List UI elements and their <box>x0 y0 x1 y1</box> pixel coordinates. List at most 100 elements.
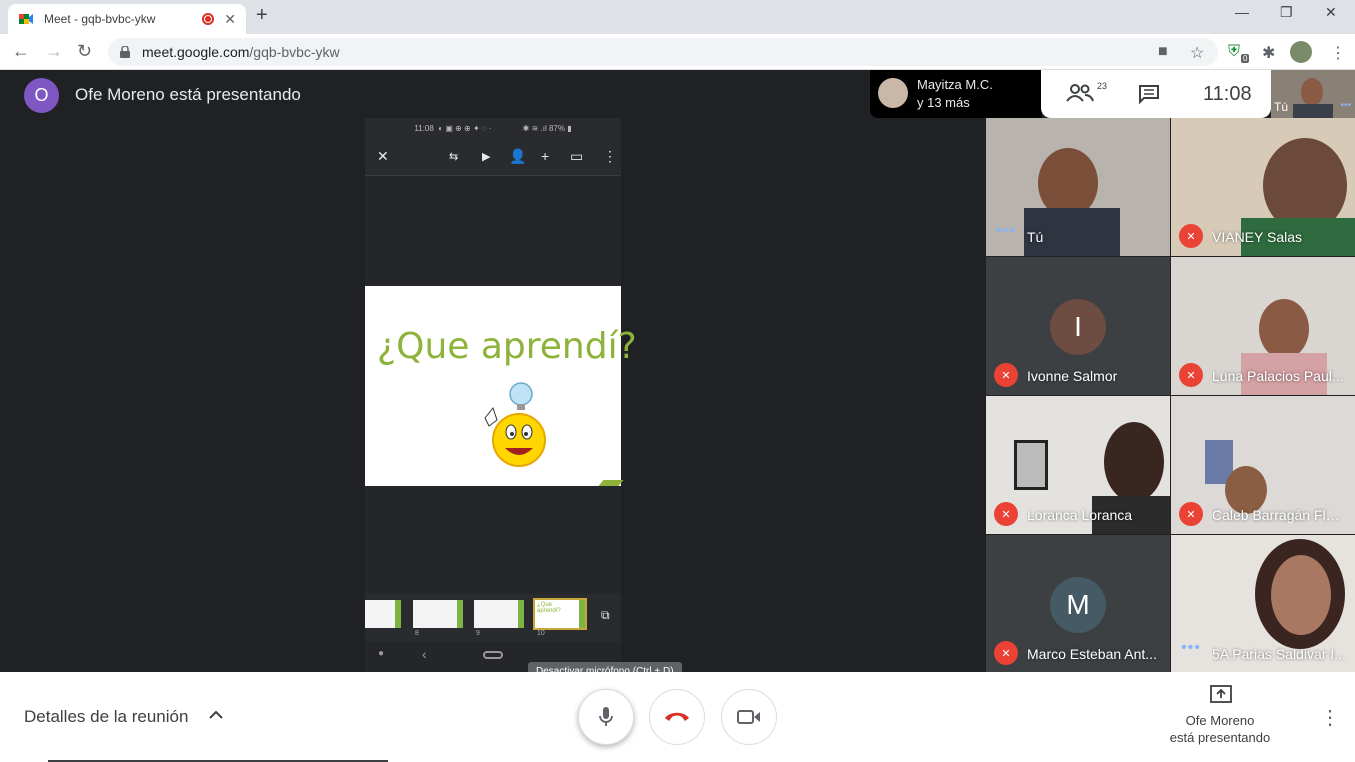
meeting-details-button[interactable]: Detalles de la reunión <box>24 707 188 727</box>
add-person-icon: 👤 <box>509 148 527 164</box>
extension-badge: 0 <box>1241 54 1250 63</box>
hang-up-icon <box>665 712 689 721</box>
mic-off-icon: ✕ <box>994 641 1018 665</box>
participant-avatar <box>878 78 908 108</box>
participant-more: y 13 más <box>917 95 970 110</box>
reload-button[interactable]: ↻ <box>77 41 92 62</box>
participant-avatar: M <box>1050 577 1106 633</box>
participant-grid: ••• Tú ✕ VIANEY Salas I ✕ Ivonne Salmor … <box>986 118 1355 673</box>
browser-menu-icon[interactable]: ⋮ <box>1330 43 1346 63</box>
smiley-lightbulb-icon <box>484 382 546 467</box>
slides-toolbar: ✕ ⇆ ▶ 👤 + ▭ ⋮ <box>365 138 621 176</box>
slide-thumbnail <box>365 600 401 628</box>
self-label: Tú <box>1274 100 1289 114</box>
address-bar: ← → ↻ meet.google.com/gqb-bvbc-ykw ■ ☆ ⛨… <box>0 34 1355 70</box>
speaking-dots-icon: ••• <box>1181 639 1201 656</box>
new-tab-button[interactable]: + <box>256 4 268 27</box>
meet-stage: O Ofe Moreno está presentando 11:08 ◐ ▣ … <box>0 70 1355 673</box>
browser-tab-bar: Meet - gqb-bvbc-ykw ✕ + — ❐ ✕ <box>0 0 1355 34</box>
meeting-toolbar: 23 11:08 <box>1041 70 1271 118</box>
present-slide-icon: ⧉ <box>601 608 610 622</box>
lock-icon <box>120 46 130 58</box>
slide-thumbnail <box>474 600 524 628</box>
leave-call-button[interactable] <box>649 689 705 745</box>
camera-site-icon[interactable]: ■ <box>1158 43 1168 61</box>
url-text: meet.google.com/gqb-bvbc-ykw <box>142 44 340 60</box>
participant-tile[interactable]: M ✕ Marco Esteban Ant... <box>986 535 1170 673</box>
slide-thumbnail-active: ¿Que aprendí? <box>533 598 587 630</box>
mic-off-icon: ✕ <box>1179 363 1203 387</box>
more-vert-icon: ⋮ <box>603 148 617 164</box>
speaking-dots-icon: ••• <box>1340 100 1351 111</box>
close-window-icon[interactable]: ✕ <box>1325 4 1337 21</box>
participant-avatar: I <box>1050 299 1106 355</box>
slide-thumbnail <box>413 600 463 628</box>
more-options-icon[interactable]: ⋮ <box>1320 705 1340 730</box>
url-field[interactable]: meet.google.com/gqb-bvbc-ykw <box>108 38 1218 66</box>
chevron-up-icon[interactable] <box>208 707 224 723</box>
mic-off-icon: ✕ <box>1179 224 1203 248</box>
restore-window-icon[interactable]: ❐ <box>1280 4 1293 21</box>
minimize-window-icon[interactable]: — <box>1235 4 1249 20</box>
mic-off-icon: ✕ <box>994 363 1018 387</box>
participant-tile[interactable]: ✕ VIANEY Salas <box>1171 118 1355 256</box>
participant-name: Mayitza M.C. <box>917 77 993 92</box>
browser-tab[interactable]: Meet - gqb-bvbc-ykw ✕ <box>8 4 246 34</box>
slide-number: 10 <box>537 630 545 637</box>
clock: 11:08 <box>1203 83 1252 105</box>
add-icon: + <box>541 148 550 164</box>
self-view-thumbnail[interactable]: Tú ••• <box>1271 70 1355 118</box>
slide-filmstrip: 8 9 ¿Que aprendí? 10 ⧉ <box>365 594 621 642</box>
comment-icon: ▭ <box>570 148 584 164</box>
participant-name: Caleb Barragán Flor... <box>1212 507 1347 523</box>
back-button[interactable]: ← <box>12 41 30 62</box>
camera-button[interactable] <box>721 689 777 745</box>
participant-name: Tú <box>1027 229 1044 245</box>
microphone-icon <box>599 707 613 726</box>
participant-name: 5A Parias Saldivar I... <box>1212 646 1346 662</box>
tab-title: Meet - gqb-bvbc-ykw <box>44 12 156 26</box>
presenter-title: Ofe Moreno está presentando <box>75 85 301 104</box>
mic-off-icon: ✕ <box>994 502 1018 526</box>
chat-icon[interactable] <box>1138 84 1160 104</box>
participant-tile[interactable]: ✕ Caleb Barragán Flor... <box>1171 396 1355 534</box>
participant-tile[interactable]: ✕ Luna Palacios Paul... <box>1171 257 1355 395</box>
slide-number: 8 <box>415 630 419 637</box>
slide-number: 9 <box>476 630 480 637</box>
people-count: 23 <box>1097 81 1108 91</box>
participants-summary: Mayitza M.C. y 13 más <box>870 70 1042 118</box>
participant-name: Loranca Loranca <box>1027 507 1133 523</box>
shield-extension-icon[interactable]: ⛨ <box>1228 43 1240 61</box>
presenting-status[interactable]: Ofe Moreno está presentando <box>1160 712 1280 746</box>
forward-button[interactable]: → <box>45 41 63 62</box>
slide-content: ¿Que aprendí? <box>365 286 637 486</box>
bottom-controls: Detalles de la reunión Ofe Moreno está p… <box>0 672 1355 762</box>
phone-status-bar: 11:08 ◐ ▣ ⊕ ⊕ ✦ ◌ · ✱ ≋ .ıl 87% ▮ <box>365 118 621 138</box>
speaking-dots-icon: ••• <box>996 222 1016 239</box>
shared-screen: 11:08 ◐ ▣ ⊕ ⊕ ✦ ◌ · ✱ ≋ .ıl 87% ▮ ✕ ⇆ ▶ … <box>365 118 637 672</box>
meet-logo-icon <box>19 14 33 24</box>
cast-icon: ⇆ <box>449 151 459 163</box>
recording-indicator-icon <box>202 13 215 25</box>
participant-name: Ivonne Salmor <box>1027 368 1118 384</box>
mic-off-icon: ✕ <box>1179 502 1203 526</box>
presenter-avatar: O <box>24 78 59 113</box>
video-camera-icon <box>737 710 760 724</box>
microphone-button[interactable] <box>578 689 634 745</box>
close-tab-icon[interactable]: ✕ <box>224 11 236 28</box>
participant-name: VIANEY Salas <box>1212 229 1303 245</box>
play-icon: ▶ <box>482 151 491 163</box>
participant-name: Luna Palacios Paul... <box>1212 368 1344 384</box>
present-screen-icon[interactable] <box>1210 685 1232 703</box>
participant-tile[interactable]: ✕ Loranca Loranca <box>986 396 1170 534</box>
slide-title: ¿Que aprendí? <box>377 326 637 367</box>
participant-tile[interactable]: I ✕ Ivonne Salmor <box>986 257 1170 395</box>
profile-avatar[interactable] <box>1290 41 1312 63</box>
people-icon[interactable] <box>1065 83 1095 103</box>
participant-tile[interactable]: ••• Tú <box>986 118 1170 256</box>
participant-name: Marco Esteban Ant... <box>1027 646 1157 662</box>
close-icon: ✕ <box>377 148 389 164</box>
extensions-puzzle-icon[interactable]: ✱ <box>1262 43 1275 63</box>
participant-tile[interactable]: ••• 5A Parias Saldivar I... <box>1171 535 1355 673</box>
bookmark-star-icon[interactable]: ☆ <box>1190 43 1204 63</box>
